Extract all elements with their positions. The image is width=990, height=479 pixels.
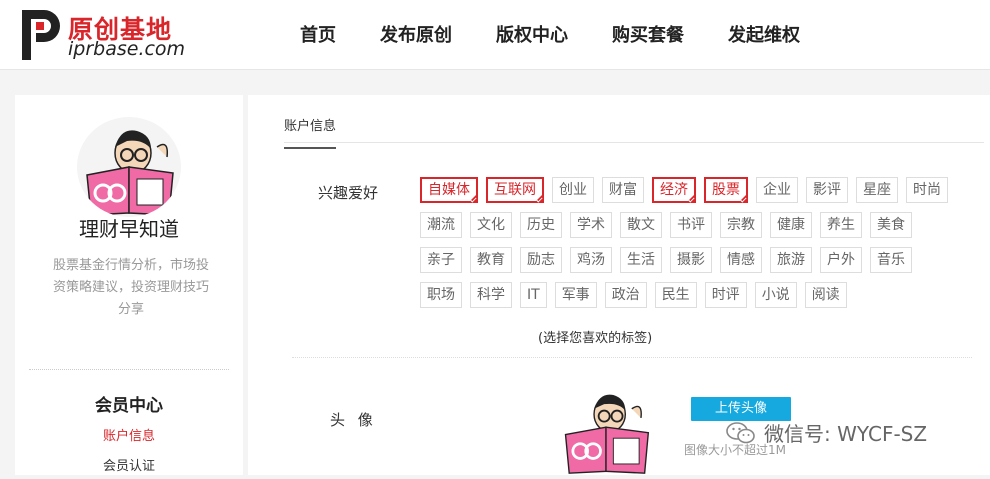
interest-tag[interactable]: 散文 [620,212,662,238]
profile-sidebar: 理财早知道 股票基金行情分析，市场投资策略建议，投资理财技巧分享 会员中心 账户… [15,95,243,475]
interest-tag[interactable]: 历史 [520,212,562,238]
tag-row: 潮流 文化 历史 学术 散文 书评 宗教 健康 养生 美食 [420,212,980,247]
interest-tag[interactable]: 健康 [770,212,812,238]
interest-tag[interactable]: 情感 [720,247,762,273]
interest-tag[interactable]: 音乐 [870,247,912,273]
interest-tag[interactable]: 潮流 [420,212,462,238]
tag-row: 自媒体 互联网 创业 财富 经济 股票 企业 影评 星座 时尚 [420,177,980,212]
interest-tag[interactable]: 创业 [552,177,594,203]
interest-tag[interactable]: 生活 [620,247,662,273]
interest-tag[interactable]: 阅读 [804,282,847,308]
tab-account-info[interactable]: 账户信息 [284,115,337,149]
interest-tag[interactable]: 时尚 [906,177,948,203]
avatar-cartoon-icon [86,130,174,216]
site-header: 原创基地 iprbase.com 首页 发布原创 版权中心 购买套餐 发起维权 [0,0,990,70]
tag-row: 职场 科学 IT 军事 政治 民生 时评 小说 阅读 [420,282,980,317]
nav-publish[interactable]: 发布原创 [380,0,452,70]
interest-tag[interactable]: 鸡汤 [570,247,612,273]
interest-tag[interactable]: 自媒体 [420,177,478,203]
site-logo[interactable]: 原创基地 iprbase.com [22,8,192,64]
interest-tag[interactable]: 养生 [820,212,862,238]
nav-copyright[interactable]: 版权中心 [496,0,568,70]
avatar-preview [554,383,658,475]
interest-tag[interactable]: 小说 [754,282,797,308]
logo-text-en: iprbase.com [68,38,186,60]
interest-tag[interactable]: 财富 [602,177,644,203]
interest-tag[interactable]: 政治 [604,282,647,308]
main-nav: 首页 发布原创 版权中心 购买套餐 发起维权 [300,0,844,70]
interest-tag[interactable]: 科学 [470,282,512,308]
interest-tag[interactable]: 亲子 [420,247,462,273]
nav-home[interactable]: 首页 [300,0,336,70]
sidebar-item-verification[interactable]: 会员认证 [15,455,243,474]
wechat-id-text: 微信号: WYCF-SZ [764,422,928,446]
interest-tag[interactable]: 互联网 [486,177,544,203]
tag-row: 亲子 教育 励志 鸡汤 生活 摄影 情感 旅游 户外 音乐 [420,247,980,282]
check-icon [469,195,477,203]
tab-divider [284,142,984,143]
interest-tag[interactable]: 军事 [554,282,597,308]
interest-tags: 自媒体 互联网 创业 财富 经济 股票 企业 影评 星座 时尚 潮流 文化 历史 学术 散文 书评 宗教 健康 养生… [420,177,980,317]
interest-tag[interactable]: 学术 [570,212,612,238]
interest-tag[interactable]: 经济 [652,177,696,203]
interests-label: 兴趣爱好 [318,184,379,202]
avatar [77,117,181,217]
interest-tag[interactable]: IT [520,282,547,308]
interest-tag[interactable]: 美食 [870,212,912,238]
interest-tag[interactable]: 企业 [756,177,798,203]
interest-tag[interactable]: 文化 [470,212,512,238]
interest-tag[interactable]: 星座 [856,177,898,203]
avatar-preview-icon [564,394,650,474]
interest-tag[interactable]: 旅游 [770,247,812,273]
interest-tag[interactable]: 户外 [820,247,862,273]
nav-packages[interactable]: 购买套餐 [612,0,684,70]
member-center-title: 会员中心 [95,396,163,416]
tags-hint: (选择您喜欢的标签) [538,331,653,346]
check-icon [687,195,695,203]
interest-tag[interactable]: 宗教 [720,212,762,238]
section-divider [292,357,972,358]
sidebar-item-account-info[interactable]: 账户信息 [15,425,243,444]
interest-tag[interactable]: 书评 [670,212,712,238]
interest-tag[interactable]: 影评 [806,177,848,203]
check-icon [739,195,747,203]
avatar-label: 头 像 [330,411,377,429]
check-icon [535,195,543,203]
sidebar-divider [29,369,229,370]
nav-rights[interactable]: 发起维权 [728,0,800,70]
wechat-watermark: 微信号: WYCF-SZ [726,418,927,447]
interest-tag[interactable]: 时评 [704,282,747,308]
interest-tag[interactable]: 摄影 [670,247,712,273]
interest-tag[interactable]: 职场 [420,282,462,308]
logo-mark-icon [22,10,60,60]
interest-tag[interactable]: 民生 [654,282,697,308]
user-bio: 股票基金行情分析，市场投资策略建议，投资理财技巧分享 [52,258,209,317]
interest-tag[interactable]: 教育 [470,247,512,273]
interest-tag[interactable]: 股票 [704,177,748,203]
interest-tag[interactable]: 励志 [520,247,562,273]
username: 理财早知道 [79,217,179,241]
wechat-icon [726,421,755,443]
